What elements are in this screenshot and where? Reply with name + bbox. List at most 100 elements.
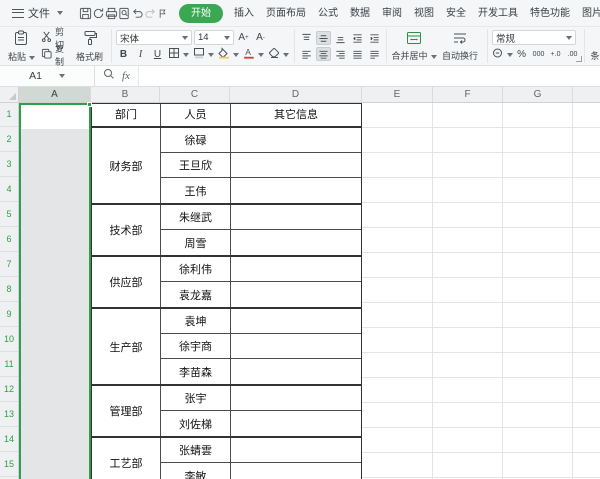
font-color-button[interactable]: A xyxy=(242,47,265,62)
info-cell[interactable] xyxy=(231,411,361,436)
person-cell[interactable]: 徐碌 xyxy=(161,128,231,152)
selected-column-A[interactable] xyxy=(19,102,92,479)
thousands-separator-button[interactable]: 000 xyxy=(531,47,546,62)
font-family-select[interactable]: 宋体 xyxy=(116,30,193,45)
borders-button[interactable] xyxy=(167,47,190,62)
format-painter-button[interactable]: 格式刷 xyxy=(72,29,107,63)
dept-cell[interactable]: 生产部 xyxy=(92,309,161,384)
fill-color-button[interactable] xyxy=(217,47,240,62)
align-left-button[interactable] xyxy=(299,47,314,61)
decrease-decimal-button[interactable]: +.0 xyxy=(548,47,563,62)
dialog-launcher-icon[interactable] xyxy=(576,56,583,62)
person-cell[interactable]: 刘佐梯 xyxy=(161,411,231,436)
info-cell[interactable] xyxy=(231,153,361,177)
info-cell[interactable] xyxy=(231,257,361,281)
person-cell[interactable]: 袁坤 xyxy=(161,309,231,333)
print-preview-button[interactable] xyxy=(118,4,131,23)
underline-button[interactable]: U xyxy=(150,47,165,62)
tab-security[interactable]: 安全 xyxy=(440,0,472,26)
tab-formulas[interactable]: 公式 xyxy=(312,0,344,26)
select-all-corner[interactable] xyxy=(0,87,19,102)
dept-cell[interactable]: 财务部 xyxy=(92,128,161,203)
selected-cells-A2-A15[interactable] xyxy=(21,129,89,479)
align-center-button[interactable] xyxy=(316,47,332,61)
info-cell[interactable] xyxy=(231,205,361,229)
person-cell[interactable]: 袁龙嘉 xyxy=(161,282,231,307)
person-cell[interactable]: 徐宇商 xyxy=(161,334,231,358)
name-box[interactable]: A1 xyxy=(0,66,95,86)
dept-cell[interactable]: 工艺部 xyxy=(92,438,161,479)
info-cell[interactable] xyxy=(231,463,361,479)
align-right-button[interactable] xyxy=(333,47,348,61)
formula-input[interactable] xyxy=(138,66,600,86)
increase-indent-button[interactable] xyxy=(367,31,382,45)
person-cell[interactable]: 周雪 xyxy=(161,230,231,255)
tab-developer[interactable]: 开发工具 xyxy=(472,0,524,26)
decrease-indent-button[interactable] xyxy=(350,31,365,45)
font-size-select[interactable]: 14 xyxy=(194,30,235,45)
column-header-G[interactable]: G xyxy=(503,87,573,102)
insert-function-button[interactable]: fx xyxy=(122,70,130,82)
align-bottom-button[interactable] xyxy=(333,31,348,45)
number-format-select[interactable]: 常规 xyxy=(492,30,577,45)
info-cell[interactable] xyxy=(231,282,361,307)
customize-quickbar-button[interactable] xyxy=(157,4,168,23)
column-header-F[interactable]: F xyxy=(433,87,503,102)
tab-home[interactable]: 开始 xyxy=(179,3,223,23)
row-header-2[interactable]: 2 xyxy=(0,127,18,152)
merge-center-button[interactable]: 合并居中 xyxy=(391,29,437,63)
row-header-11[interactable]: 11 xyxy=(0,352,18,377)
column-header-B[interactable]: B xyxy=(91,87,160,102)
tab-insert[interactable]: 插入 xyxy=(228,0,260,26)
tab-page-layout[interactable]: 页面布局 xyxy=(260,0,312,26)
undo-button[interactable] xyxy=(131,4,144,23)
row-header-9[interactable]: 9 xyxy=(0,302,18,327)
paste-button[interactable]: 粘贴 xyxy=(4,29,39,63)
person-cell[interactable]: 李苗森 xyxy=(161,359,231,384)
row-header-3[interactable]: 3 xyxy=(0,152,18,177)
info-cell[interactable] xyxy=(231,309,361,333)
copy-button[interactable]: 复制 xyxy=(39,44,72,67)
conditional-format-button[interactable]: 条件格式 xyxy=(589,29,600,63)
person-cell[interactable]: 朱继武 xyxy=(161,205,231,229)
cell-C1[interactable]: 人员 xyxy=(161,104,231,126)
info-cell[interactable] xyxy=(231,178,361,203)
row-header-10[interactable]: 10 xyxy=(0,327,18,352)
person-cell[interactable]: 王旦欣 xyxy=(161,153,231,177)
dept-cell[interactable]: 技术部 xyxy=(92,205,161,255)
cells-area[interactable]: 部门 人员 其它信息 财务部 徐碌 王旦欣 王伟 技术部 朱继武 周雪 供应部 … xyxy=(0,102,600,479)
increase-font-button[interactable]: A + xyxy=(236,30,251,45)
info-cell[interactable] xyxy=(231,128,361,152)
info-cell[interactable] xyxy=(231,334,361,358)
currency-button[interactable] xyxy=(492,47,513,62)
justify-button[interactable] xyxy=(350,47,365,61)
export-button[interactable] xyxy=(92,4,105,23)
search-icon[interactable] xyxy=(103,67,115,85)
row-header-5[interactable]: 5 xyxy=(0,202,18,227)
bold-button[interactable]: B xyxy=(116,47,131,62)
info-cell[interactable] xyxy=(231,230,361,255)
info-cell[interactable] xyxy=(231,438,361,462)
redo-button[interactable] xyxy=(144,4,157,23)
percent-button[interactable]: % xyxy=(514,47,529,62)
cell-B1[interactable]: 部门 xyxy=(92,104,161,126)
tab-view[interactable]: 视图 xyxy=(408,0,440,26)
align-top-button[interactable] xyxy=(299,31,314,45)
italic-button[interactable]: I xyxy=(133,47,148,62)
row-header-7[interactable]: 7 xyxy=(0,252,18,277)
decrease-font-button[interactable]: A- xyxy=(253,30,268,45)
row-header-1[interactable]: 1 xyxy=(0,103,18,127)
column-header-D[interactable]: D xyxy=(230,87,362,102)
row-header-12[interactable]: 12 xyxy=(0,377,18,402)
wrap-text-button[interactable]: 自动换行 xyxy=(437,29,483,63)
cell-D1[interactable]: 其它信息 xyxy=(231,104,361,126)
align-middle-button[interactable] xyxy=(316,31,332,45)
row-header-15[interactable]: 15 xyxy=(0,452,18,477)
info-cell[interactable] xyxy=(231,386,361,410)
row-header-6[interactable]: 6 xyxy=(0,227,18,252)
column-header-C[interactable]: C xyxy=(160,87,230,102)
person-cell[interactable]: 张蜻雲 xyxy=(161,438,231,462)
row-header-8[interactable]: 8 xyxy=(0,277,18,302)
column-header-A[interactable]: A xyxy=(19,87,91,102)
dept-cell[interactable]: 供应部 xyxy=(92,257,161,307)
